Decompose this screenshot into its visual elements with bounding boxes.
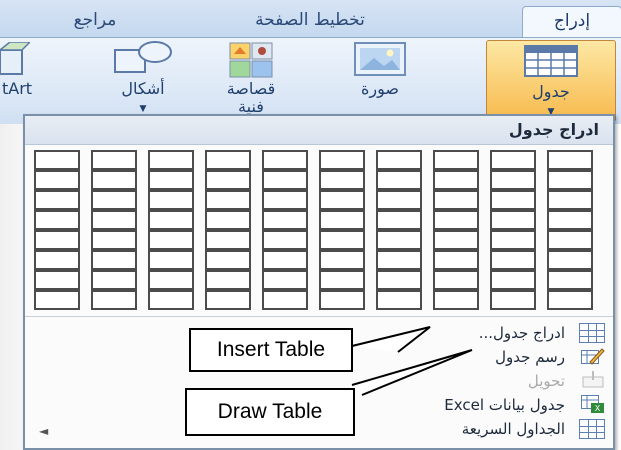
insert-table-callout-text: Insert Table	[216, 338, 326, 361]
callout-pointers	[351, 326, 473, 396]
insert-table-callout: Insert Table	[189, 328, 353, 372]
draw-table-callout-text: Draw Table	[217, 400, 323, 423]
draw-table-callout: Draw Table	[185, 388, 355, 436]
